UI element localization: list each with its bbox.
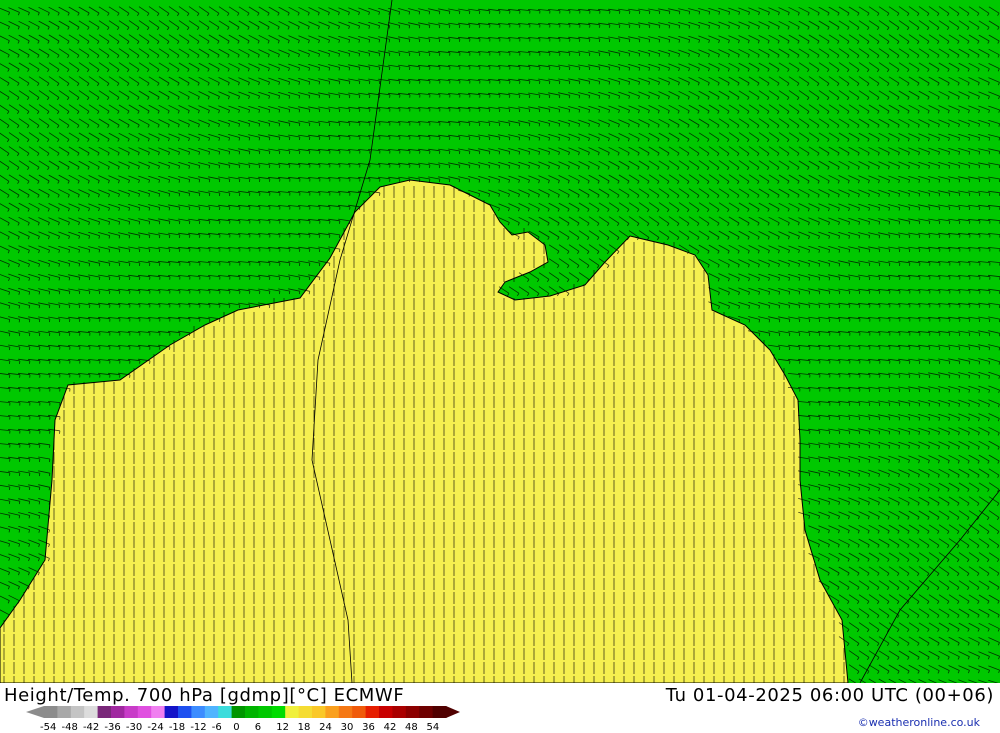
color-scale-legend: -54 -48 -42 -36 -30 -24 -18 -12 -6 0 6 12 18 24 30 36 42… [26,706,460,732]
scale-swatch [405,706,420,718]
scale-tick-label: 6 [255,722,261,732]
scale-arrow-left [26,706,44,718]
scale-tick-label: -48 [61,722,77,732]
map-footer: Height/Temp. 700 hPa [gdmp][°C] ECMWF Tu… [0,683,1000,733]
scale-swatch [218,706,233,718]
scale-tick-label: -54 [40,722,56,732]
scale-swatch [392,706,407,718]
scale-tick-label: 0 [233,722,239,732]
scale-swatch [178,706,192,718]
scale-tick-label: -18 [169,722,185,732]
scale-swatch [164,706,179,718]
forecast-datetime: Tu 01-04-2025 06:00 UTC (00+06) [665,685,994,706]
scale-swatch [204,706,219,718]
scale-tick-label: -42 [83,722,99,732]
scale-tick-label: 36 [362,722,375,732]
scale-swatch [271,706,286,718]
scale-tick-label: 30 [341,722,354,732]
scale-swatch [137,706,152,718]
scale-swatch [298,706,313,718]
scale-tick-label: 54 [427,722,440,732]
scale-swatch [57,706,72,718]
scale-swatch [352,706,367,718]
scale-tick-label: -12 [190,722,206,732]
scale-swatch [258,706,273,718]
scale-swatch [44,706,58,718]
scale-swatch [84,706,99,718]
scale-tick-label: 18 [298,722,311,732]
scale-swatch [70,706,85,718]
weather-map [0,0,1000,683]
scale-swatch [419,706,434,718]
scale-swatch [365,706,380,718]
scale-swatch [285,706,300,718]
scale-swatch [191,706,206,718]
map-title: Height/Temp. 700 hPa [gdmp][°C] ECMWF [4,685,405,706]
scale-tick-label: 48 [405,722,418,732]
scale-swatch [379,706,393,718]
credit-link[interactable]: ©weatheronline.co.uk [858,716,980,729]
scale-swatch [338,706,353,718]
scale-swatch [111,706,125,718]
scale-tick-label: -24 [147,722,163,732]
scale-swatch [124,706,139,718]
scale-tick-label: 12 [276,722,289,732]
scale-swatch [245,706,259,718]
scale-tick-label: -30 [126,722,142,732]
scale-swatch [312,706,326,718]
scale-swatch [151,706,166,718]
scale-tick-label: 42 [384,722,397,732]
scale-tick-label: 24 [319,722,332,732]
scale-tick-label: -36 [104,722,120,732]
scale-swatch [325,706,340,718]
scale-swatch [432,706,447,718]
scale-swatch [231,706,246,718]
scale-swatch [97,706,112,718]
scale-tick-label: -6 [212,722,222,732]
scale-arrow-right [446,706,460,718]
